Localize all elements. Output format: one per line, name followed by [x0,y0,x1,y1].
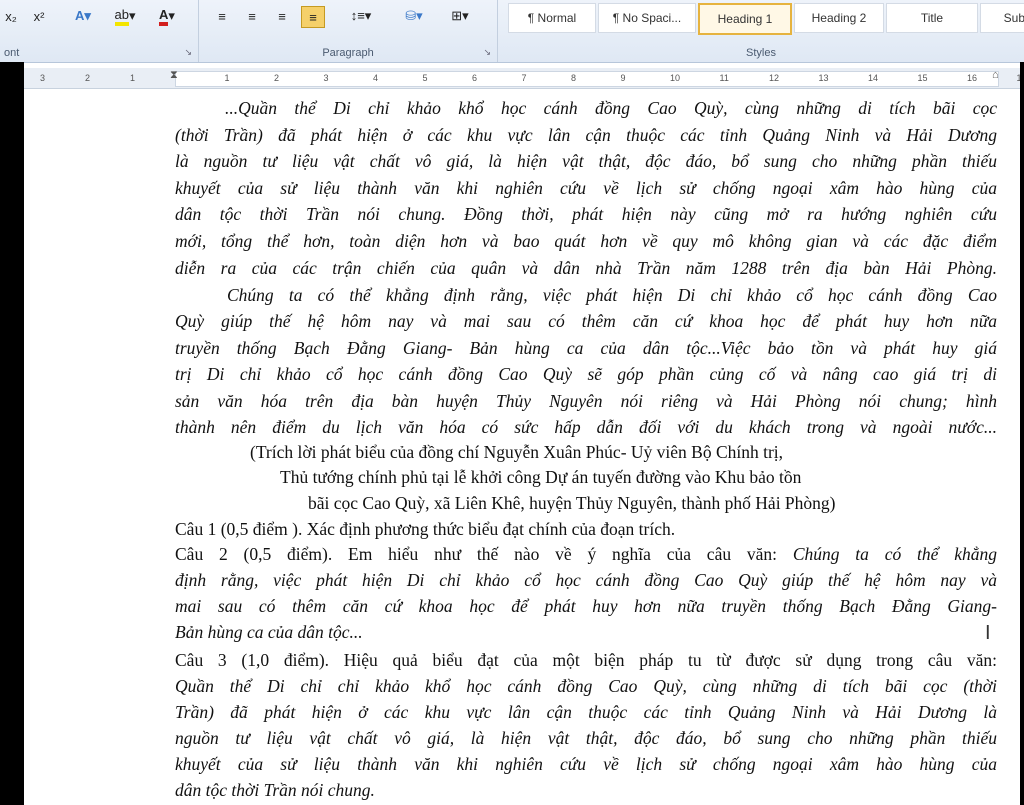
font-color-icon[interactable]: A ▾ [152,6,182,26]
doc-line: nguồn tư liệu vật chất vô giá, là hiện v… [175,728,997,748]
ruler-tick-label: 1 [224,73,230,83]
doc-line: (thời Trần) đã phát hiện ở các khu vực l… [175,125,997,145]
line-spacing-icon[interactable]: ↕≡▾ [345,6,377,26]
ruler-tick-label: 3 [40,73,46,83]
doc-line: là nguồn tư liệu vật chất vô giá, là hiệ… [175,151,997,171]
ruler-tick-label: 1 [130,73,136,83]
text-effects-icon[interactable]: A▾ [70,6,96,26]
ruler-tick-label: 13 [818,73,829,83]
ruler-tick-label: 7 [521,73,527,83]
left-window-edge [0,62,24,805]
ruler-tick-label: 6 [472,73,478,83]
question-2: Câu 2 (0,5 điểm). Em hiểu như thế nào về… [175,542,997,567]
ruler-tick-label: 2 [274,73,280,83]
doc-line: truyền thống Bạch Đằng Giang- Bản hùng c… [175,338,997,358]
text-cursor-icon: I [985,622,991,644]
doc-line: trị Di chỉ khảo cổ học cánh đồng Cao Quỳ… [175,364,997,384]
style-no-spacing[interactable]: ¶ No Spaci... [598,3,696,33]
document-page[interactable]: ...Quần thể Di chỉ khảo khổ học cánh đồn… [175,96,997,805]
ruler-tick-label: 11 [719,73,729,83]
doc-line: khuyết của sử liệu thành văn khi nghiên … [175,754,997,774]
ruler-tick-label: 14 [868,73,879,83]
right-indent-marker-icon[interactable]: ⌂ [992,69,999,81]
doc-line: dân tộc thời Trần nói chung. Đồng thời, … [175,204,997,224]
question-3: Câu 3 (1,0 điểm). Hiệu quả biểu đạt của … [175,650,997,670]
style-subtitle[interactable]: Sub [980,3,1024,33]
ruler-tick-label: 16 [967,73,978,83]
doc-line: Quần thể Di chỉ chỉ khảo khổ học cánh đồ… [175,676,997,696]
paragraph-group-label: Paragraph [322,47,374,59]
doc-line: sản văn hóa trên địa bàn huyện Thủy Nguy… [175,391,997,411]
ruler-tick-label: 10 [670,73,681,83]
doc-line: định rằng, việc phát hiện Di chỉ khảo cổ… [175,570,997,590]
style-title[interactable]: Title [886,3,978,33]
question-2-label: Câu 2 (0,5 điểm). Em hiểu như thế nào về… [175,544,793,564]
ruler-tick-label: 4 [373,73,379,83]
highlight-color-icon[interactable]: ab ▾ [108,6,142,26]
citation-line: (Trích lời phát biểu của đồng chí Nguyễn… [250,442,784,462]
superscript-button[interactable]: x² [28,6,50,26]
align-center-icon[interactable]: ≡ [241,6,263,26]
ruler-tick-label: 12 [769,73,780,83]
shading-icon[interactable]: ⛁▾ [397,6,431,26]
doc-line: mai sau có thêm căn cứ khoa học để phát … [175,596,997,616]
doc-line: dân tộc thời Trần nói chung. [175,780,375,800]
indent-marker-icon[interactable]: ⧗ [170,69,178,82]
doc-line: Quỳ giúp thế hệ hôm nay và mai sau có th… [175,311,997,331]
citation-line: bãi cọc Cao Quỳ, xã Liên Khê, huyện Thủy… [308,493,836,513]
align-right-icon[interactable]: ≡ [271,6,293,26]
question-1: Câu 1 (0,5 điểm ). Xác định phương thức … [175,519,676,539]
citation-line: Thủ tướng chính phủ tại lễ khởi công Dự … [280,467,802,487]
align-left-icon[interactable]: ≡ [211,6,233,26]
doc-line: diễn ra của các trận chiến của quân và d… [175,258,997,278]
paragraph-dialog-launcher-icon[interactable]: ↘ [483,47,491,58]
doc-line: Chúng ta có thể khẳng định rằng, việc ph… [227,285,997,305]
ruler-tick-label: 2 [85,73,91,83]
ruler-tick-label: 9 [620,73,626,83]
ruler-tick-label: 8 [571,73,577,83]
ruler-tick-label: 15 [917,73,928,83]
style-heading-1[interactable]: Heading 1 [698,3,792,35]
justify-icon[interactable]: ≡ [301,6,325,28]
subscript-button[interactable]: x₂ [2,6,20,26]
style-heading-2[interactable]: Heading 2 [794,3,884,33]
style-normal[interactable]: ¶ Normal [508,3,596,33]
doc-line: khuyết của sử liệu thành văn khi nghiên … [175,178,997,198]
ruler-tick-label: 5 [422,73,428,83]
font-group-label: ont [4,47,20,59]
doc-line: mới, tổng thể hơn, toàn diện hơn và bao … [175,231,997,251]
doc-line: Bản hùng ca của dân tộc... [175,622,363,642]
ribbon: x₂ x² A▾ ab ▾ A ▾ ont ↘ ≡ ≡ ≡ ≡ ↕≡▾ ⛁▾ ⊞▾ … [0,0,1024,63]
right-window-edge [1020,62,1024,805]
font-dialog-launcher-icon[interactable]: ↘ [184,47,192,58]
borders-icon[interactable]: ⊞▾ [443,6,477,26]
font-group: x₂ x² A▾ ab ▾ A ▾ ont ↘ [0,0,199,62]
styles-group-label: Styles [746,47,776,59]
doc-line: thành nên điểm du lịch văn hóa có sức hấ… [175,417,997,437]
styles-group: ¶ Normal ¶ No Spaci... Heading 1 Heading… [498,0,1024,62]
paragraph-group: ≡ ≡ ≡ ≡ ↕≡▾ ⛁▾ ⊞▾ Paragraph ↘ [199,0,498,62]
doc-line: ...Quần thể Di chỉ khảo khổ học cánh đồn… [225,98,997,118]
doc-line: Trần) đã phát hiện ở các khu vực lân cận… [175,702,997,722]
horizontal-ruler[interactable]: ⧗ ⌂ 3211234567891011121314151617 [0,68,1024,89]
ruler-tick-label: 3 [323,73,329,83]
question-2-quote: Chúng ta có thể khẳng [792,544,997,564]
